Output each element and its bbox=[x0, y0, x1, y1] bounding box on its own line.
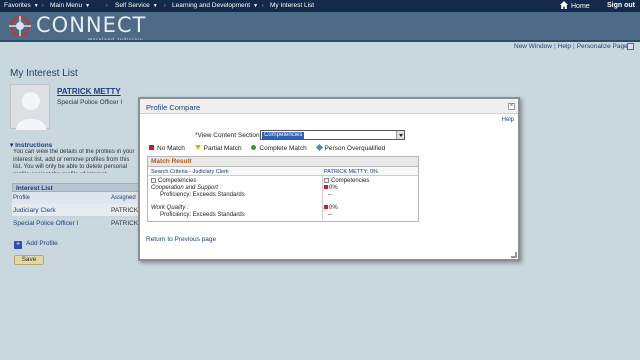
column-divider bbox=[322, 176, 323, 220]
item-score: 0% bbox=[324, 185, 338, 191]
dialog-help-link[interactable]: Help bbox=[502, 117, 514, 123]
resize-handle[interactable] bbox=[511, 252, 517, 258]
return-to-previous-link[interactable]: Return to Previous page bbox=[146, 236, 216, 243]
dialog-title: Profile Compare bbox=[140, 99, 518, 114]
connect-logo bbox=[9, 16, 31, 36]
add-profile-link[interactable]: + Add Profile bbox=[14, 240, 58, 249]
home-link[interactable]: Home bbox=[560, 1, 590, 10]
chevron-down-icon: ▼ bbox=[85, 3, 91, 9]
link-separator: | bbox=[553, 43, 556, 50]
brand-wordmark: CONNECT bbox=[36, 13, 147, 37]
no-match-icon bbox=[324, 205, 328, 209]
nav-separator: › bbox=[262, 3, 264, 9]
item-dash: -- bbox=[328, 212, 332, 218]
person-job-title: Special Police Officer I bbox=[57, 99, 123, 106]
assigned-value: PATRICK bbox=[111, 207, 139, 214]
plus-icon: + bbox=[14, 241, 22, 249]
view-section-label: *View Content Section bbox=[195, 132, 260, 139]
item-dash: -- bbox=[328, 192, 332, 198]
main-menu[interactable]: Main Menu ▼ bbox=[50, 2, 90, 9]
avatar bbox=[10, 84, 50, 130]
legend-complete-match: Complete Match bbox=[251, 145, 307, 152]
criteria-item-proficiency: Proficiency: Exceeds Standards bbox=[160, 192, 245, 198]
link-separator: | bbox=[573, 43, 575, 50]
left-section-title: Competencies bbox=[151, 178, 196, 184]
no-match-icon bbox=[324, 185, 328, 189]
save-button[interactable]: Save bbox=[14, 255, 44, 265]
view-section-select[interactable]: Competencies bbox=[260, 130, 405, 140]
interest-list-table: Interest List Profile Assigned Judiciary… bbox=[12, 183, 139, 230]
legend-partial-match: Partial Match bbox=[194, 145, 242, 152]
section-icon bbox=[151, 178, 156, 183]
page-options-icon[interactable] bbox=[627, 43, 634, 50]
criteria-item-work-quality: Work Quality : bbox=[151, 205, 189, 211]
item-score: 0% bbox=[324, 205, 338, 211]
self-service-menu[interactable]: Self Service ▼ bbox=[115, 2, 158, 9]
blue-diamond-icon bbox=[315, 143, 323, 152]
nav-separator: › bbox=[164, 3, 166, 9]
personalize-page-link[interactable]: Personalize Page bbox=[577, 43, 628, 50]
match-result-header: Search Criteria - Judiciary Clerk PATRIC… bbox=[148, 167, 418, 176]
close-icon[interactable]: × bbox=[508, 103, 515, 110]
banner-divider bbox=[0, 40, 640, 42]
profile-compare-dialog: Profile Compare × Help *View Content Sec… bbox=[138, 97, 520, 261]
legend-no-match: No Match bbox=[149, 145, 185, 152]
match-result-body: Competencies Competencies Cooperation an… bbox=[148, 176, 418, 220]
chevron-down-icon: ▼ bbox=[152, 3, 158, 9]
table-row: Judiciary Clerk PATRICK bbox=[12, 204, 139, 217]
page-title: My Interest List bbox=[10, 68, 78, 79]
instructions-toggle[interactable]: ▾ Instructions bbox=[10, 141, 52, 149]
match-legend: No Match Partial Match Complete Match Pe… bbox=[149, 143, 393, 152]
chevron-down-icon: ▼ bbox=[33, 3, 39, 9]
match-result-grid: Match Result Search Criteria - Judiciary… bbox=[147, 156, 419, 222]
new-window-link[interactable]: New Window bbox=[514, 43, 552, 50]
col-assigned: Assigned bbox=[111, 195, 136, 201]
page-links: New Window | Help | Personalize Page bbox=[514, 43, 634, 50]
help-link[interactable]: Help bbox=[558, 43, 571, 50]
table-row: Special Police Officer I PATRICK bbox=[12, 217, 139, 230]
col-profile: Profile bbox=[13, 195, 31, 201]
legend-overqualified: Person Overqualified bbox=[315, 143, 385, 152]
profile-link[interactable]: Special Police Officer I bbox=[13, 220, 78, 227]
search-criteria-label: Search Criteria - Judiciary Clerk bbox=[151, 169, 229, 175]
chevron-down-icon[interactable] bbox=[396, 131, 404, 139]
top-nav-bar: Favorites ▼ › Main Menu ▼ › Self Service ▼ … bbox=[0, 0, 640, 12]
interest-list-columns: Profile Assigned bbox=[12, 192, 139, 204]
nav-separator: › bbox=[42, 3, 44, 9]
right-section-title: Competencies bbox=[324, 178, 369, 184]
person-silhouette-icon bbox=[16, 92, 46, 130]
profile-link[interactable]: Judiciary Clerk bbox=[13, 207, 56, 214]
view-section-value: Competencies bbox=[262, 132, 305, 139]
interest-list-header: Interest List bbox=[12, 183, 139, 192]
yellow-triangle-icon bbox=[194, 145, 201, 150]
home-icon bbox=[560, 1, 568, 9]
sign-out-link[interactable]: Sign out bbox=[607, 2, 635, 9]
criteria-item-proficiency: Proficiency: Exceeds Standards bbox=[160, 212, 245, 218]
assigned-value: PATRICK bbox=[111, 220, 139, 227]
criteria-item-cooperation: Cooperation and Support : bbox=[151, 185, 222, 191]
person-name-link[interactable]: PATRICK METTY bbox=[57, 87, 121, 96]
favorites-menu[interactable]: Favorites ▼ bbox=[4, 2, 39, 9]
person-score-label: PATRICK METTY: 0% bbox=[324, 169, 378, 175]
red-square-icon bbox=[149, 145, 154, 150]
breadcrumb-current[interactable]: My Interest List bbox=[270, 2, 314, 9]
learning-menu[interactable]: Learning and Development ▼ bbox=[172, 2, 258, 9]
section-icon bbox=[324, 178, 329, 183]
match-result-title: Match Result bbox=[148, 157, 418, 167]
instructions-text: You can view the details of the profiles… bbox=[13, 149, 135, 173]
nav-separator: › bbox=[106, 3, 108, 9]
chevron-down-icon: ▼ bbox=[253, 3, 259, 9]
brand-banner: CONNECT Maryland Judiciary bbox=[0, 12, 640, 42]
green-circle-icon bbox=[251, 145, 257, 150]
